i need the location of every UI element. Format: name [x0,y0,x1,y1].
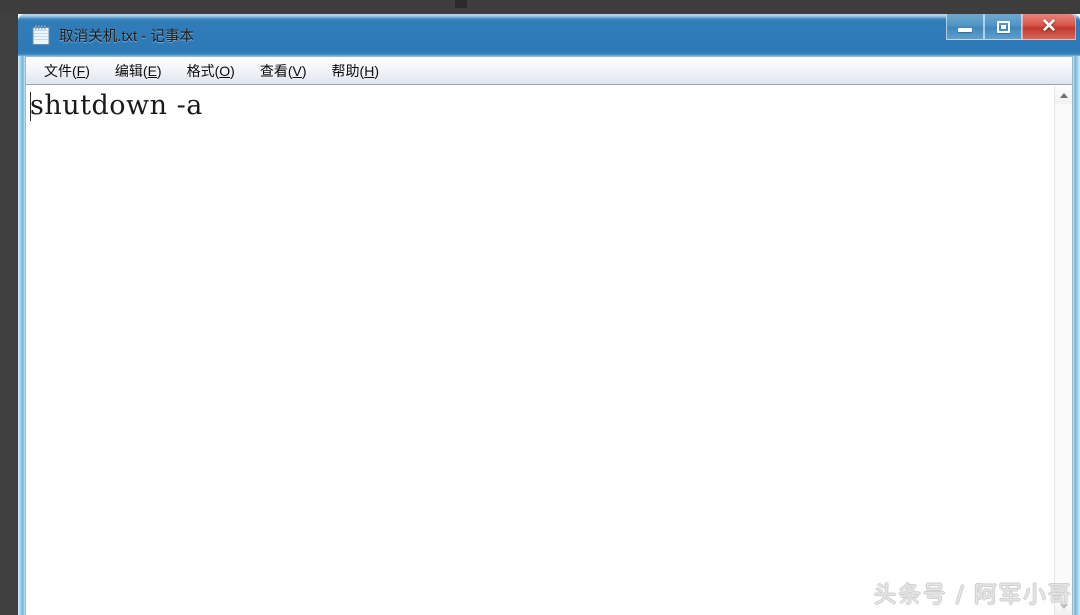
desktop-background: 取消关机.txt - 记事本 ✕ 文件(F) 编辑(E) 格式(O) 查看(V) [0,0,1080,615]
menu-view-accel: V [292,62,302,79]
title-bar-content: 取消关机.txt - 记事本 [18,18,1080,52]
window-border-left [18,14,25,615]
menu-item-edit[interactable]: 编辑(E) [104,59,173,83]
vertical-scrollbar[interactable] [1054,86,1072,615]
desktop-top-strip [0,0,1080,14]
menu-edit-label: 编辑 [114,62,143,79]
close-button[interactable]: ✕ [1022,14,1076,40]
menu-help-label: 帮助 [331,62,360,79]
menu-item-format[interactable]: 格式(O) [176,59,246,83]
scroll-down-button[interactable] [1055,597,1072,615]
chevron-down-icon [1059,603,1068,609]
scroll-up-button[interactable] [1055,86,1072,104]
menu-edit-accel: E [147,62,157,79]
editor-text: shutdown -a [30,90,203,121]
menu-view-label: 查看 [259,62,288,79]
window-border-right [1073,14,1080,615]
window-title: 取消关机.txt - 记事本 [59,28,195,45]
scrollbar-track[interactable] [1055,104,1072,597]
window-controls: ✕ [946,14,1076,42]
menu-help-accel: H [364,62,375,79]
menu-bar: 文件(F) 编辑(E) 格式(O) 查看(V) 帮助(H) [26,57,1072,85]
chevron-up-icon [1059,92,1068,98]
menu-format-accel: O [219,62,231,79]
menu-item-file[interactable]: 文件(F) [33,59,101,83]
notepad-icon [32,25,50,45]
menu-item-help[interactable]: 帮助(H) [321,59,390,83]
minimize-icon [958,28,972,32]
title-bar[interactable]: 取消关机.txt - 记事本 ✕ [18,14,1080,56]
desktop-top-notch [455,0,467,8]
menu-item-view[interactable]: 查看(V) [249,59,318,83]
close-icon: ✕ [1041,16,1057,37]
desktop-left-panel [0,14,18,615]
menu-format-label: 格式 [186,62,215,79]
maximize-button[interactable] [984,14,1022,40]
menu-file-accel: F [76,62,86,79]
client-area: 文件(F) 编辑(E) 格式(O) 查看(V) 帮助(H) shutdown -… [25,56,1073,615]
menu-file-label: 文件 [44,62,72,79]
notepad-window: 取消关机.txt - 记事本 ✕ 文件(F) 编辑(E) 格式(O) 查看(V) [18,14,1080,615]
maximize-icon [996,20,1010,33]
text-editor[interactable]: shutdown -a [26,86,1054,615]
minimize-button[interactable] [946,14,984,40]
